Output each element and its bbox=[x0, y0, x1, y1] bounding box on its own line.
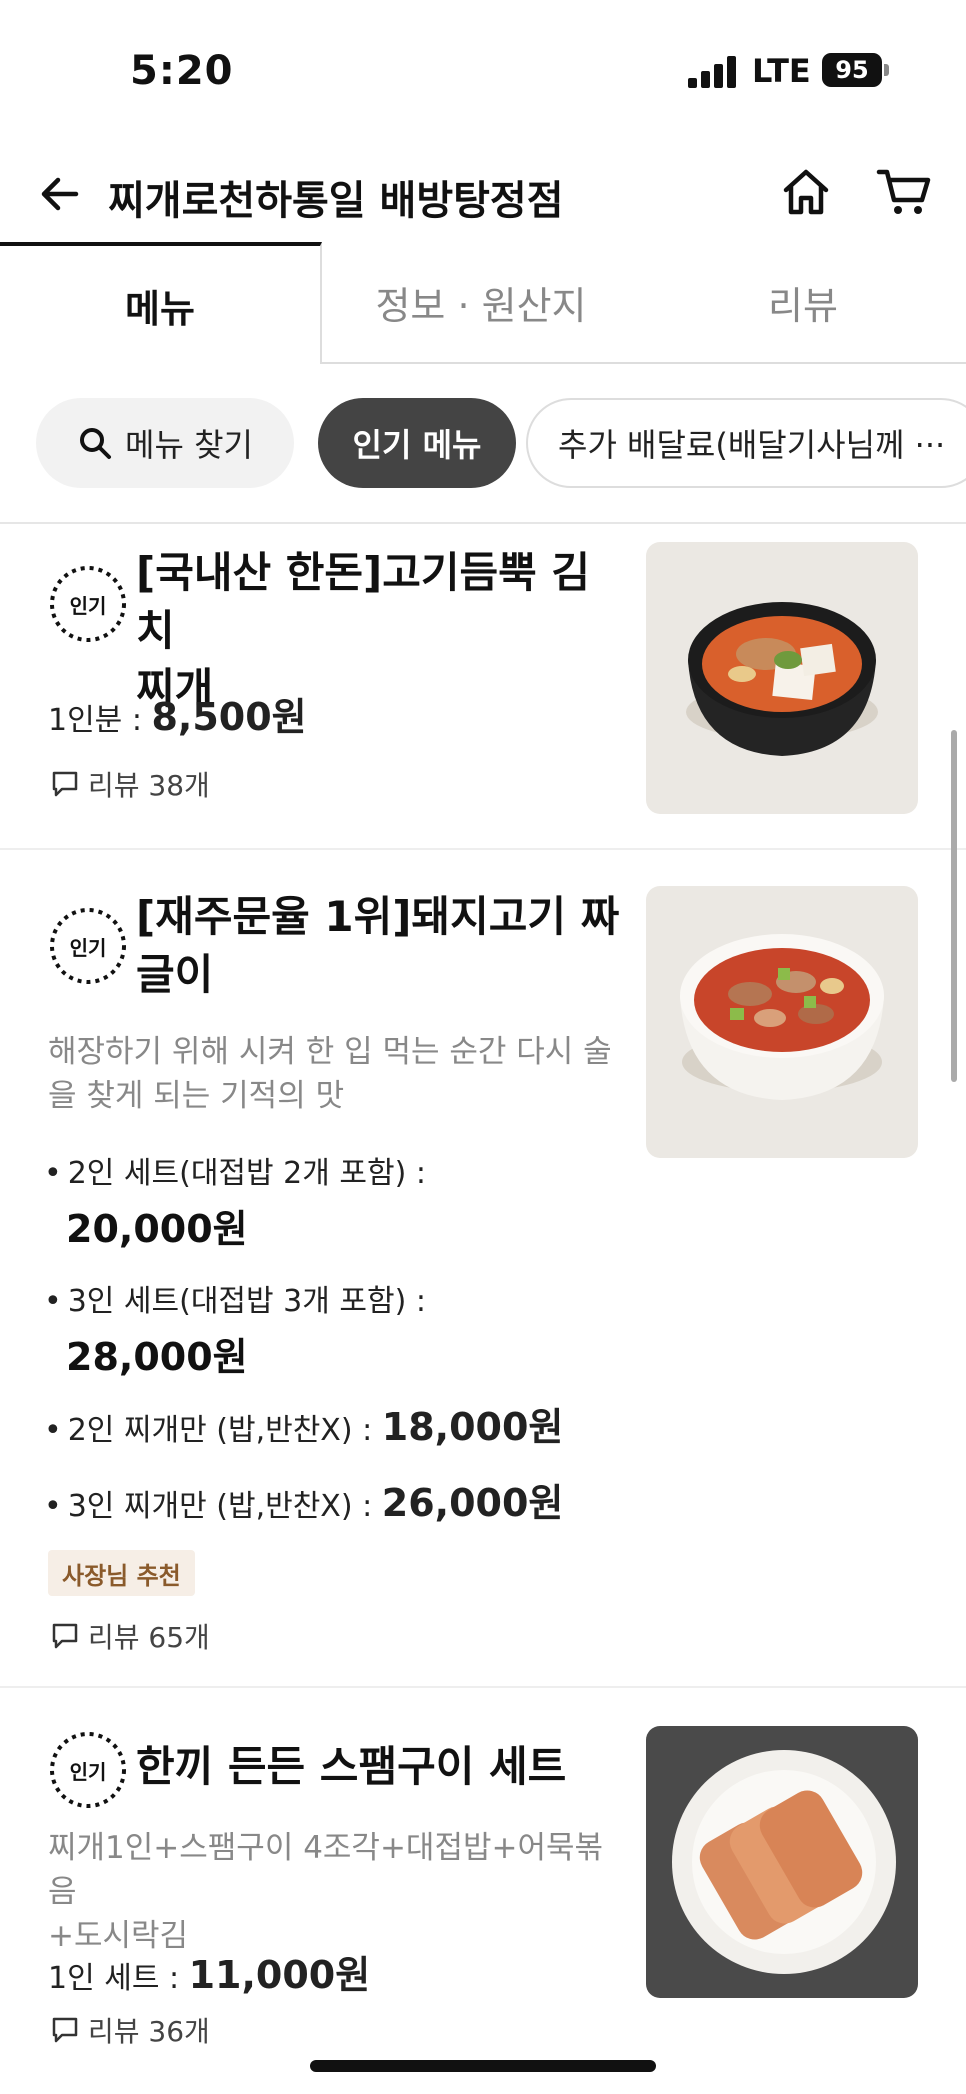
popular-menu-chip[interactable]: 인기 메뉴 bbox=[318, 398, 516, 488]
option-label: 3인 세트(대접밥 3개 포함) : bbox=[67, 1284, 426, 1319]
tab-info-origin[interactable]: 정보 · 원산지 bbox=[322, 242, 640, 364]
desc-line2: 을 찾게 되는 기적의 맛 bbox=[48, 1078, 345, 1114]
item-name-line1: 한끼 든든 스팸구이 세트 bbox=[136, 1742, 567, 1791]
option-row: • 2인 찌개만 (밥,반찬X) : 18,000원 bbox=[44, 1405, 564, 1449]
battery-icon: 95 bbox=[822, 53, 882, 87]
network-label: LTE bbox=[752, 52, 811, 90]
option-price: 20,000원 bbox=[66, 1207, 248, 1251]
item-name: [재주문율 1위]돼지고기 짜 글이 bbox=[136, 888, 626, 1004]
kimchi-stew-image bbox=[646, 542, 918, 814]
option-price: 28,000원 bbox=[66, 1335, 248, 1379]
signal-icon bbox=[688, 56, 738, 88]
popular-badge-icon: 인기 bbox=[46, 562, 130, 646]
store-title: 찌개로천하통일 배방탕정점 bbox=[108, 178, 564, 224]
status-time: 5:20 bbox=[130, 48, 234, 94]
extra-fee-chip[interactable]: 추가 배달료(배달기사님께 ··· bbox=[526, 398, 966, 488]
review-count: 리뷰 65개 bbox=[50, 1616, 210, 1656]
item-price: 8,500원 bbox=[151, 695, 307, 739]
option-label: 3인 찌개만 (밥,반찬X) : bbox=[67, 1489, 382, 1524]
desc-line1: 해장하기 위해 시켜 한 입 먹는 순간 다시 술 bbox=[48, 1034, 612, 1070]
option-row: • 3인 찌개만 (밥,반찬X) : 26,000원 bbox=[44, 1481, 564, 1525]
option-price: 18,000원 bbox=[381, 1405, 564, 1449]
review-label: 리뷰 38개 bbox=[88, 769, 210, 802]
option-price: 26,000원 bbox=[381, 1481, 564, 1525]
app-header: 찌개로천하통일 배방탕정점 bbox=[0, 150, 966, 240]
option-row: • 2인 세트(대접밥 2개 포함) : bbox=[44, 1156, 426, 1191]
price-label: 1인분 : bbox=[48, 703, 152, 738]
item-name-line2: 글이 bbox=[136, 950, 214, 999]
menu-item[interactable]: 인기 [국내산 한돈]고기듬뿍 김치 찌개 1인분 : 8,500원 리뷰 38… bbox=[0, 524, 966, 848]
popular-badge-icon: 인기 bbox=[46, 1728, 130, 1812]
review-label: 리뷰 65개 bbox=[88, 1621, 210, 1654]
review-label: 리뷰 36개 bbox=[88, 2015, 210, 2048]
review-count: 리뷰 36개 bbox=[50, 2010, 210, 2050]
option-label: 2인 찌개만 (밥,반찬X) : bbox=[67, 1413, 382, 1448]
popular-badge-icon: 인기 bbox=[46, 904, 130, 988]
item-price-row: 1인분 : 8,500원 bbox=[48, 686, 307, 741]
popular-badge-label: 인기 bbox=[69, 593, 107, 618]
review-count: 리뷰 38개 bbox=[50, 764, 210, 804]
item-name-line1: [재주문율 1위]돼지고기 짜 bbox=[136, 892, 620, 941]
price-label: 1인 세트 : bbox=[48, 1961, 189, 1996]
menu-search-label: 메뉴 찾기 bbox=[125, 426, 253, 464]
review-bubble-icon bbox=[52, 771, 78, 797]
category-chips: 메뉴 찾기 인기 메뉴 추가 배달료(배달기사님께 ··· bbox=[0, 398, 966, 490]
item-description: 해장하기 위해 시켜 한 입 먹는 순간 다시 술 을 찾게 되는 기적의 맛 bbox=[48, 1030, 628, 1118]
search-icon bbox=[80, 428, 112, 459]
cart-icon[interactable] bbox=[876, 166, 932, 218]
home-indicator[interactable] bbox=[310, 2060, 656, 2072]
item-price: 11,000원 bbox=[188, 1953, 371, 1997]
spam-set-image bbox=[646, 1726, 918, 1998]
review-bubble-icon bbox=[52, 1623, 78, 1649]
scrollbar[interactable] bbox=[951, 730, 957, 1082]
item-description: 찌개1인+스팸구이 4조각+대접밥+어묵볶음 +도시락김 bbox=[48, 1826, 628, 1958]
tab-menu[interactable]: 메뉴 bbox=[0, 242, 322, 364]
tab-reviews[interactable]: 리뷰 bbox=[640, 242, 966, 364]
review-bubble-icon bbox=[52, 2017, 78, 2043]
owner-recommend-badge: 사장님 추천 bbox=[48, 1550, 195, 1596]
item-name-line1: [국내산 한돈]고기듬뿍 김치 bbox=[136, 548, 591, 655]
tab-bar: 메뉴 정보 · 원산지 리뷰 bbox=[0, 242, 966, 364]
option-label: 2인 세트(대접밥 2개 포함) : bbox=[67, 1156, 426, 1191]
menu-search-chip[interactable]: 메뉴 찾기 bbox=[36, 398, 294, 488]
desc-line1: 찌개1인+스팸구이 4조각+대접밥+어묵볶음 bbox=[48, 1830, 604, 1910]
battery-tip bbox=[884, 64, 889, 76]
status-bar: 5:20 LTE 95 bbox=[0, 0, 966, 140]
item-name: 한끼 든든 스팸구이 세트 bbox=[136, 1738, 626, 1796]
item-price-row: 1인 세트 : 11,000원 bbox=[48, 1944, 370, 1999]
home-icon[interactable] bbox=[780, 166, 832, 218]
menu-item[interactable]: 인기 [재주문율 1위]돼지고기 짜 글이 해장하기 위해 시켜 한 입 먹는 … bbox=[0, 850, 966, 1686]
pork-jjageuli-image bbox=[646, 886, 918, 1158]
menu-item[interactable]: 인기 한끼 든든 스팸구이 세트 찌개1인+스팸구이 4조각+대접밥+어묵볶음 … bbox=[0, 1688, 966, 2048]
popular-badge-label: 인기 bbox=[69, 935, 107, 960]
back-arrow-icon[interactable] bbox=[36, 170, 84, 218]
popular-badge-label: 인기 bbox=[69, 1759, 107, 1784]
option-row: • 3인 세트(대접밥 3개 포함) : bbox=[44, 1284, 426, 1319]
